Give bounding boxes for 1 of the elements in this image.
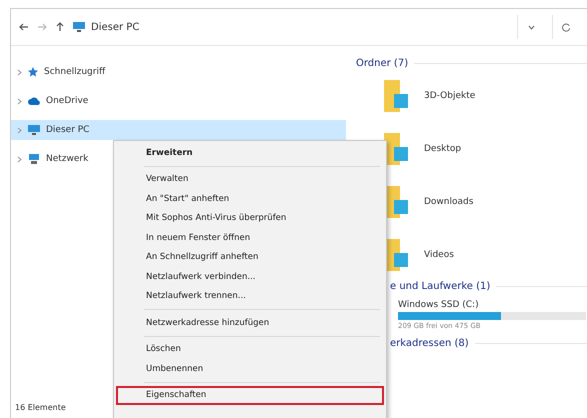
item-count: 16 Elemente bbox=[14, 402, 67, 414]
